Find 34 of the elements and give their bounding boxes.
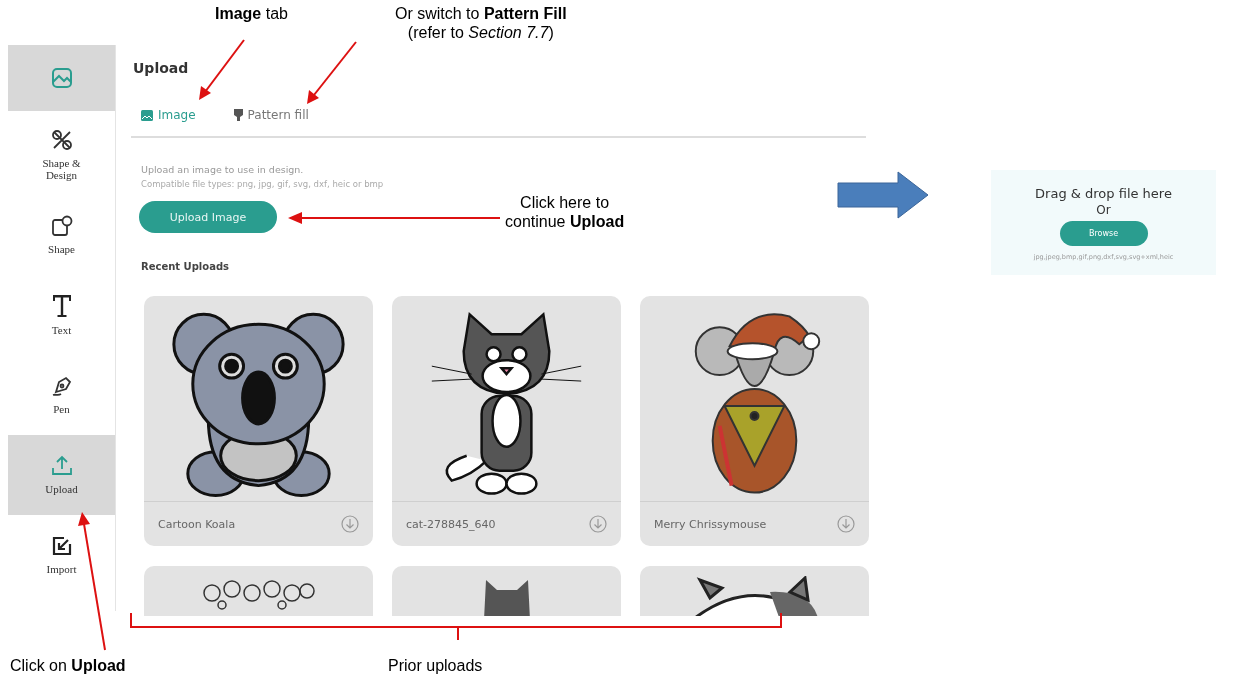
description: Upload an image to use in design. [141,164,305,175]
panel-title: Upload [132,60,190,76]
upload-card[interactable]: cat-278845_640 [392,296,621,546]
sidebar-item[interactable] [8,45,115,111]
image-icon [141,109,153,121]
square-circle-icon [49,214,74,239]
arrow [199,39,245,100]
image-icon [49,66,74,90]
upload-card[interactable]: Merry Chrissymouse [640,296,869,546]
sidebar-item[interactable]: Upload [8,435,115,515]
file-name: Cartoon Koala [158,517,236,531]
file-types: Compatible file types: png, jpg, gif, svg, dxf, heic or bmp [141,179,385,189]
arrow [307,41,357,104]
or-text: Or [1096,203,1111,217]
tab[interactable]: Image [141,108,196,122]
tab[interactable]: Pattern fill [233,108,309,122]
annotation: Click on Upload [10,656,126,675]
file-name: Merry Chrissymouse [654,517,767,531]
cat-head-drawing [483,580,530,616]
annotation: Image tab [215,4,288,23]
paint-bucket-icon [233,109,243,121]
browse-button[interactable]: Browse [1059,221,1148,246]
upload-card[interactable]: Cartoon Koala [144,296,373,546]
annotation: Click here to continue Upload [505,193,625,231]
drop-zone-title: Drag & drop file here [1035,186,1172,201]
download-icon[interactable] [589,515,607,533]
download-icon[interactable] [341,515,359,533]
annotation: Or switch to Pattern Fill (refer to Section 7.7) [395,4,567,42]
shapes-icon [49,128,74,153]
download-icon[interactable] [837,515,855,533]
annotation: Prior uploads [388,656,483,675]
section-title: Recent Uploads [141,261,230,272]
upload-image-button[interactable]: Upload Image [139,201,277,233]
file-name: cat-278845_640 [406,517,496,531]
